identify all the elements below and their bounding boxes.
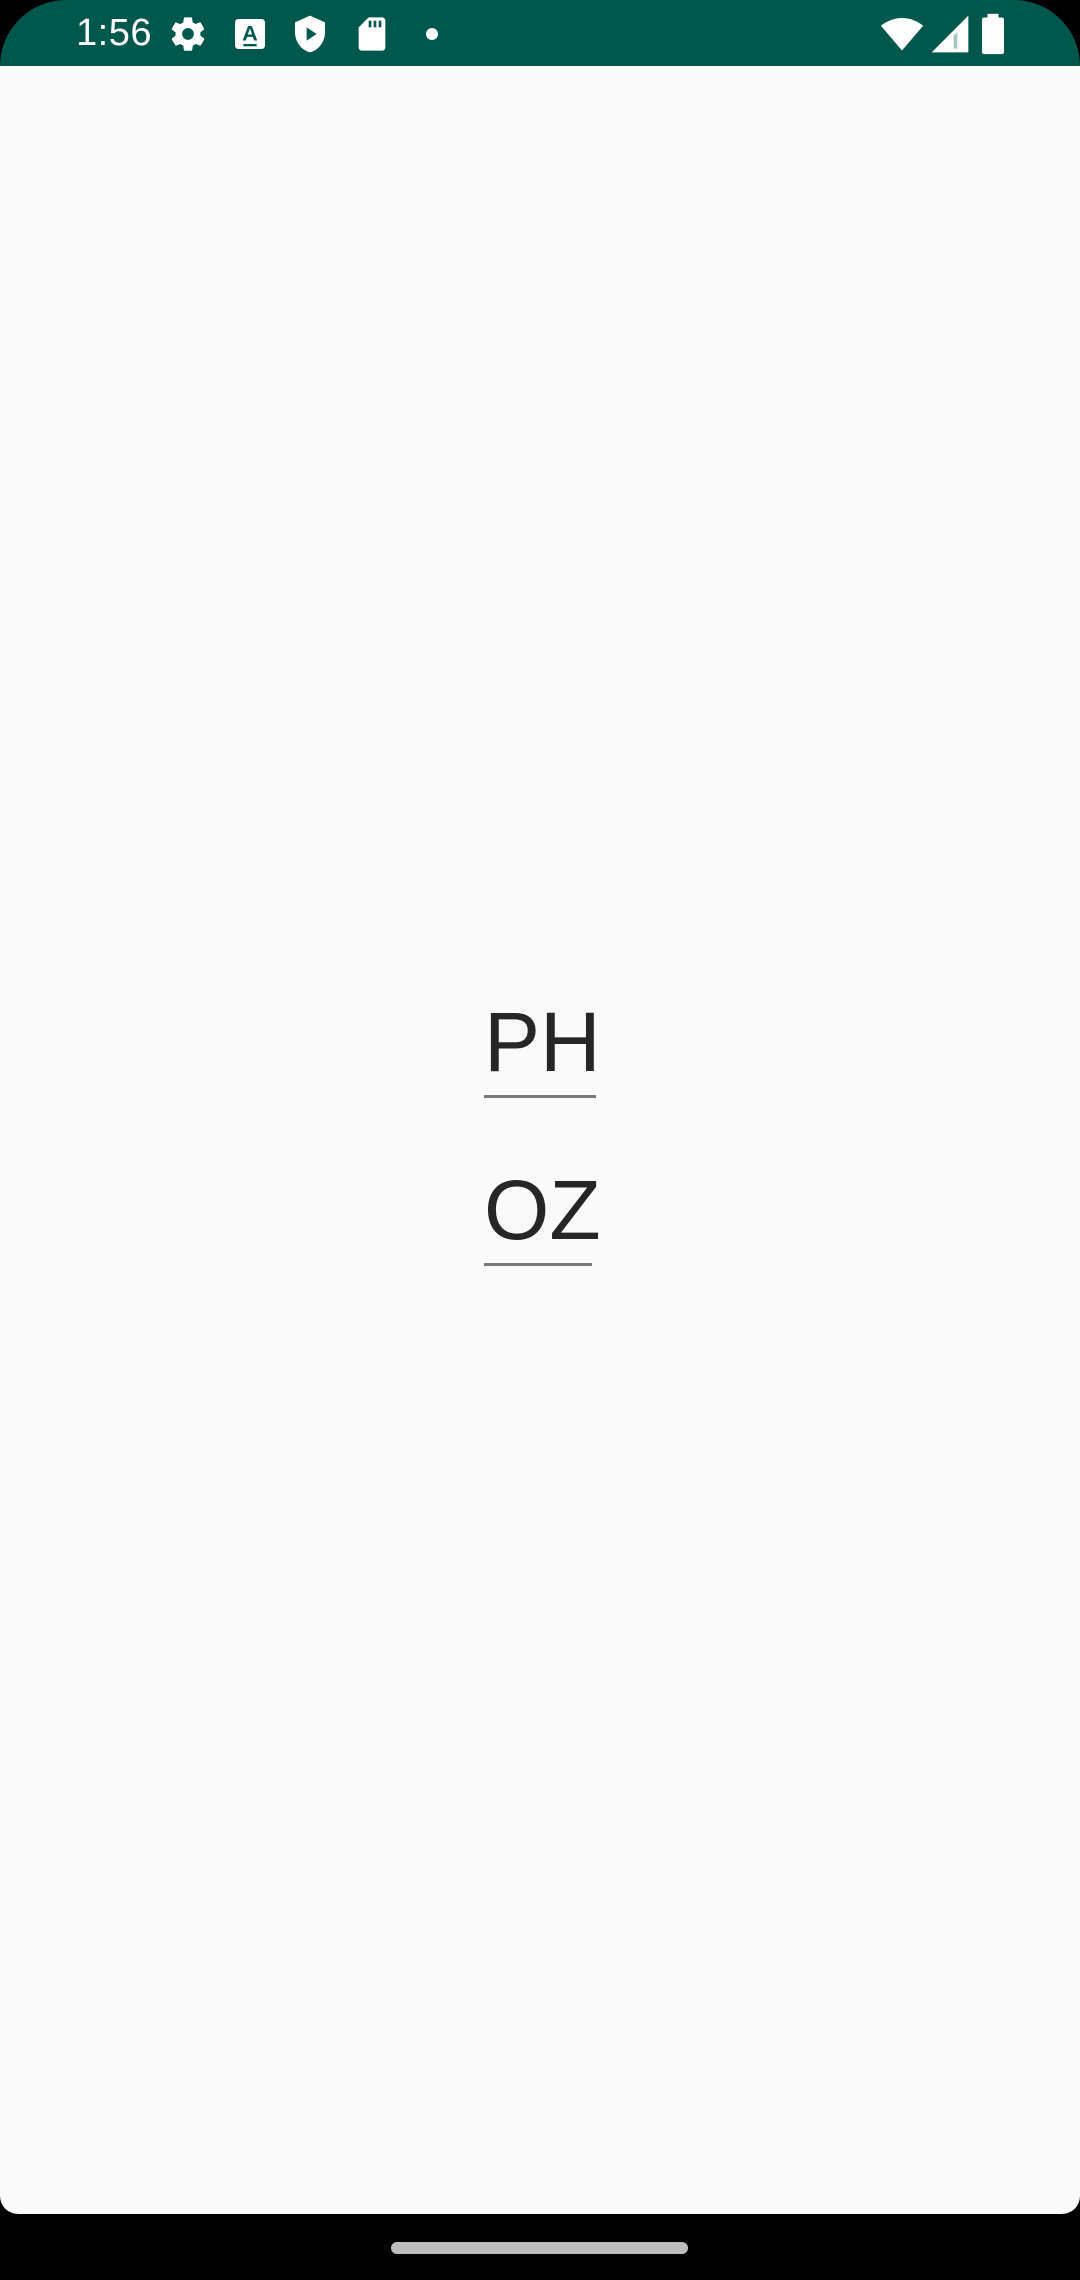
main-content: PH OZ: [0, 66, 1080, 2214]
text-field-oz[interactable]: OZ: [484, 1168, 601, 1266]
notification-dot-icon: [416, 18, 448, 50]
wifi-icon: [880, 12, 924, 56]
play-shield-icon: [290, 14, 330, 54]
text-field-ph[interactable]: PH: [484, 1000, 601, 1098]
cell-signal-icon: [928, 12, 972, 56]
gear-icon: [168, 14, 208, 54]
text-field-value[interactable]: PH: [484, 1000, 601, 1084]
sd-card-icon: [352, 14, 392, 54]
text-a-icon: A: [230, 14, 270, 54]
battery-icon: [976, 12, 1010, 56]
text-field-value[interactable]: OZ: [484, 1168, 601, 1252]
navigation-bar: [0, 2214, 1080, 2280]
status-time: 1:56: [76, 12, 152, 54]
status-bar: 1:56 A: [0, 0, 1080, 66]
home-indicator[interactable]: [391, 2242, 688, 2254]
text-field-underline: [484, 1263, 592, 1266]
svg-text:A: A: [242, 21, 258, 46]
text-field-underline: [484, 1095, 596, 1098]
phone-screen: 1:56 A PH OZ: [0, 0, 1080, 2280]
